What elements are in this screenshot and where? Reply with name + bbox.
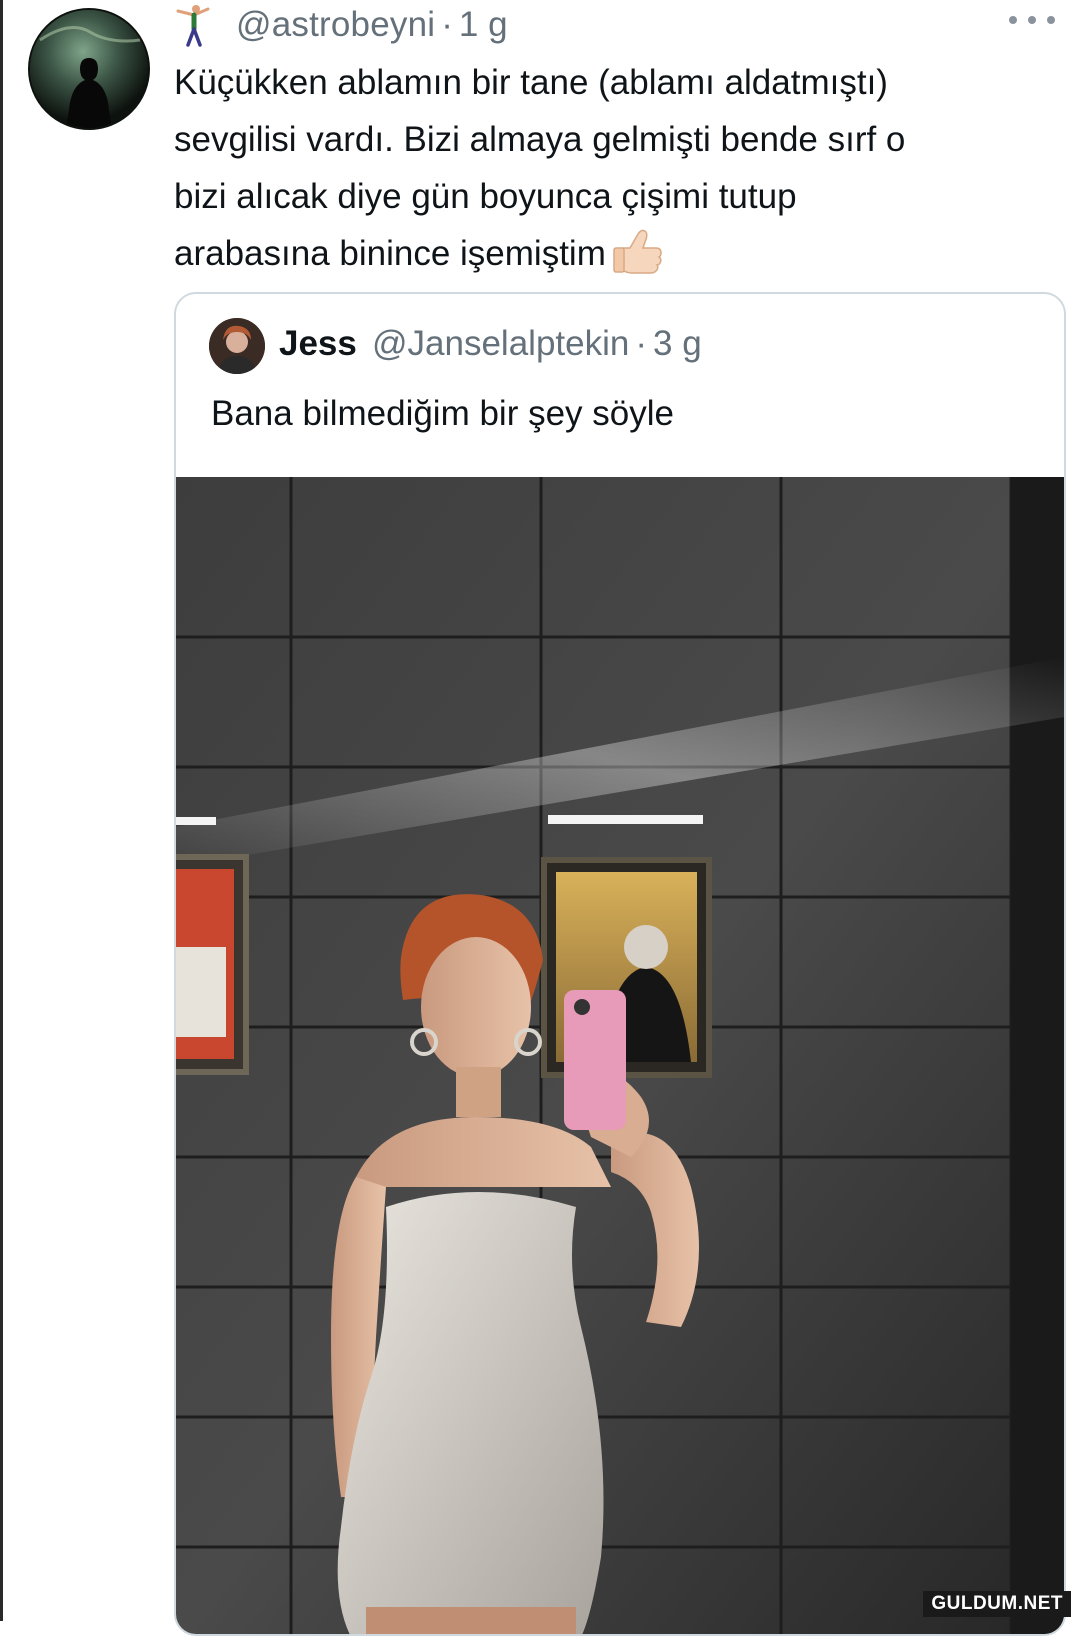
tweet-line-last: arabasına binince işemiştim	[174, 225, 1044, 284]
quoted-tweet-card[interactable]: Jess @Janselalptekin · 3 g Bana bilmediğim…	[174, 292, 1066, 1636]
thumbs-up-icon	[608, 222, 664, 278]
quoted-tweet-text: Bana bilmediğim bir şey söyle	[211, 394, 674, 433]
tweet-header: @astrobeyni · 1 g	[174, 0, 508, 50]
tweet-timestamp[interactable]: 1 g	[459, 5, 508, 45]
quoted-author-meta: @Janselalptekin · 3 g	[372, 324, 702, 364]
site-watermark: GULDUM.NET	[923, 1591, 1071, 1617]
user-avatar[interactable]	[28, 8, 150, 130]
window-left-edge	[0, 0, 3, 1621]
tweet-text: Küçükken ablamın bir tane (ablamı aldatm…	[174, 54, 1044, 284]
more-options-icon[interactable]	[1009, 10, 1055, 30]
quoted-author-handle[interactable]: @Janselalptekin	[372, 324, 629, 363]
quoted-tweet-photo[interactable]	[176, 477, 1064, 1634]
quoted-author-name[interactable]: Jess	[279, 324, 357, 364]
quoted-tweet-timestamp[interactable]: 3 g	[653, 324, 702, 363]
tweet-line: bizi alıcak diye gün boyunca çişimi tutu…	[174, 177, 797, 216]
author-handle[interactable]: @astrobeyni	[236, 5, 435, 45]
separator-dot: ·	[441, 5, 453, 44]
avatar-silhouette-image	[30, 10, 148, 128]
tweet-line: Küçükken ablamın bir tane (ablamı aldatm…	[174, 63, 888, 102]
tweet-line: sevgilisi vardı. Bizi almaya gelmişti be…	[174, 120, 906, 159]
separator-dot: ·	[635, 324, 647, 363]
quoted-author-avatar[interactable]	[209, 318, 265, 374]
mirror-selfie-image	[176, 477, 1064, 1634]
person-stretching-icon	[174, 3, 210, 47]
